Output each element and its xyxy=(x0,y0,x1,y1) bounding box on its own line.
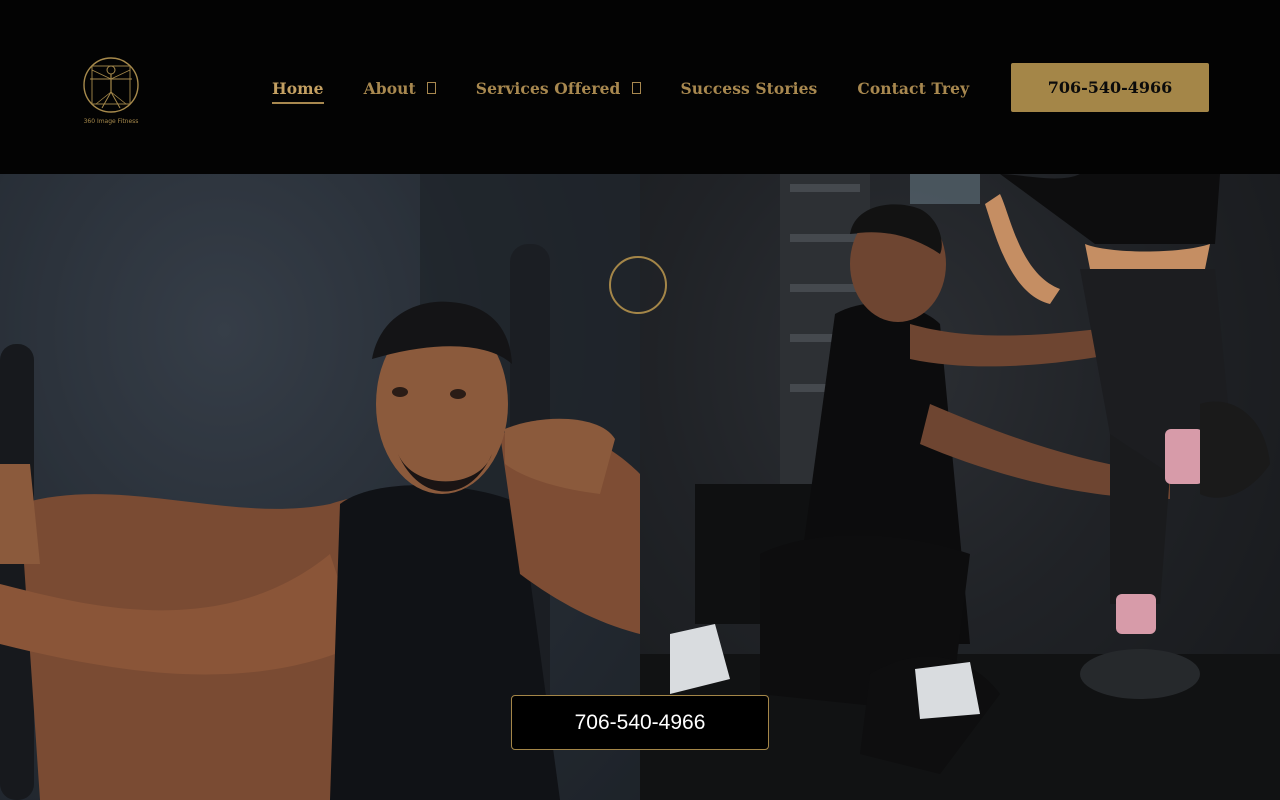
site-header: 360 Image Fitness Home About Services Of… xyxy=(0,0,1280,174)
hero-center-ring-icon[interactable] xyxy=(609,256,667,314)
vitruvian-man-icon xyxy=(83,57,139,113)
nav-about[interactable]: About xyxy=(364,79,436,98)
nav-about-label: About xyxy=(363,78,416,98)
site-logo[interactable]: 360 Image Fitness xyxy=(78,54,144,128)
header-phone-button[interactable]: 706-540-4966 xyxy=(1011,63,1209,112)
nav-contact-trey[interactable]: Contact Trey xyxy=(857,79,969,98)
nav-success-label: Success Stories xyxy=(680,78,818,98)
nav-contact-label: Contact Trey xyxy=(857,78,970,98)
nav-success-stories[interactable]: Success Stories xyxy=(681,79,818,98)
nav-services-label: Services Offered xyxy=(475,78,621,98)
dropdown-icon xyxy=(631,82,641,94)
dropdown-icon xyxy=(426,82,436,94)
nav-home-label: Home xyxy=(272,78,324,98)
hero-phone-button[interactable]: 706-540-4966 xyxy=(511,695,769,750)
nav-home[interactable]: Home xyxy=(272,79,324,104)
nav-services-offered[interactable]: Services Offered xyxy=(476,79,641,98)
logo-text: 360 Image Fitness xyxy=(83,118,139,125)
main-nav: Home About Services Offered Success Stor… xyxy=(272,76,969,104)
